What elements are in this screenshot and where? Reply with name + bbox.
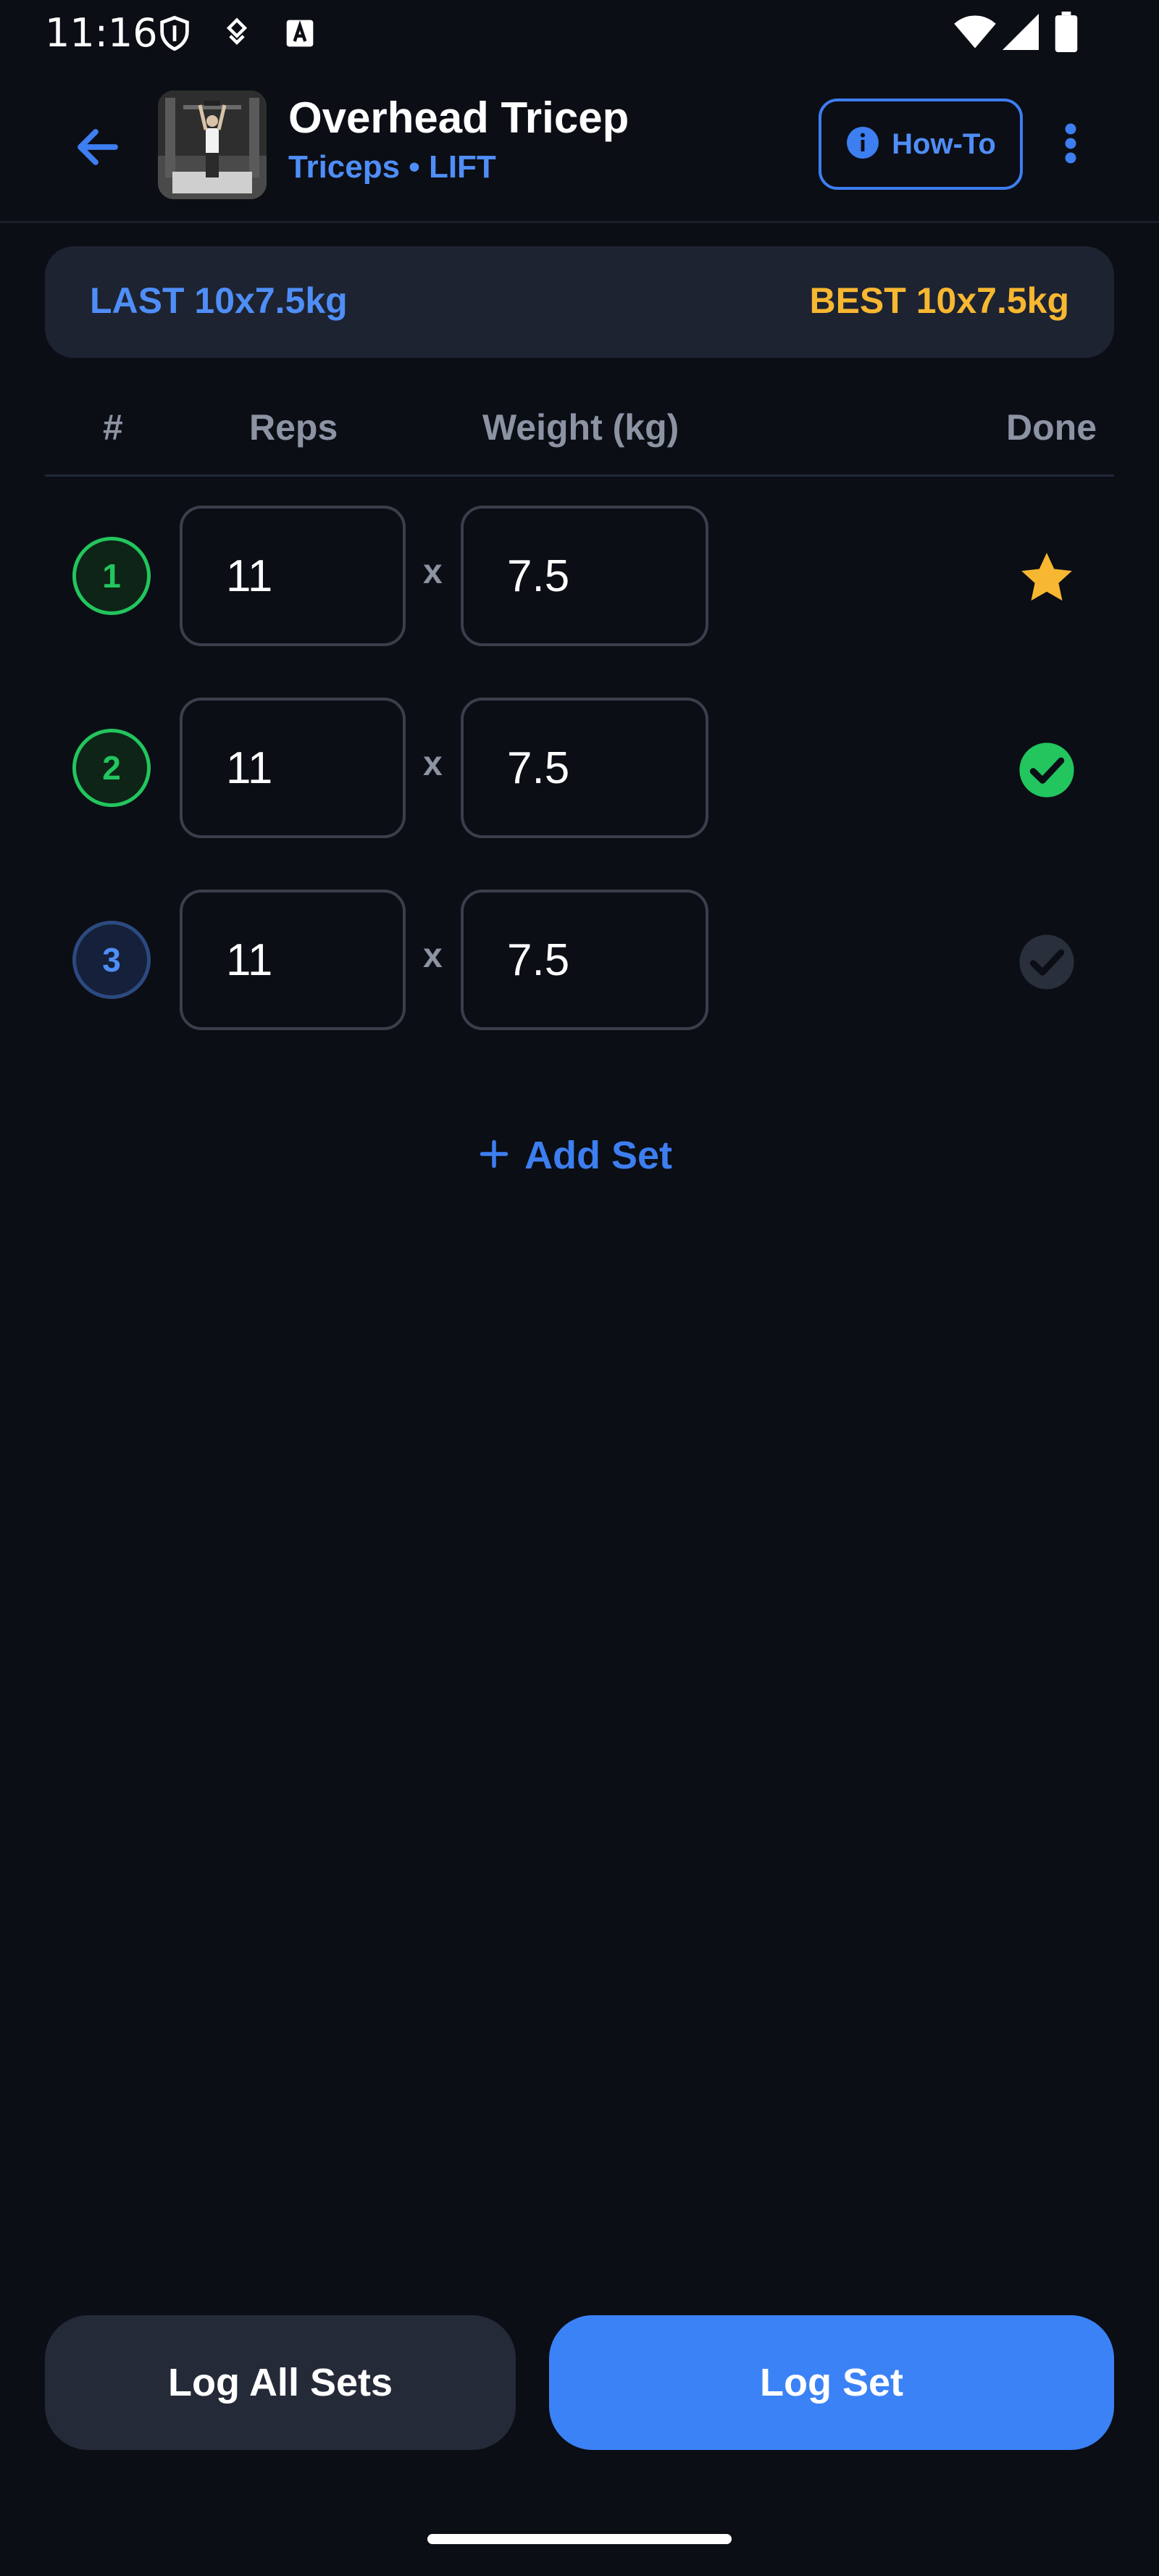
- add-set-button[interactable]: Add Set: [478, 1123, 672, 1188]
- font-a-icon: [284, 17, 316, 53]
- set-number-badge: 3: [72, 921, 151, 999]
- times-separator: x: [423, 553, 443, 591]
- log-set-button[interactable]: Log Set: [549, 2315, 1114, 2450]
- exercise-thumbnail: [158, 91, 267, 199]
- log-all-sets-button[interactable]: Log All Sets: [45, 2315, 516, 2450]
- back-button[interactable]: [65, 116, 130, 181]
- column-header-weight: Weight (kg): [482, 407, 679, 448]
- shield-icon: [156, 14, 193, 56]
- battery-icon: [1055, 12, 1078, 56]
- exercise-title: Overhead Tricep: [288, 93, 629, 142]
- signal-icon: [1003, 13, 1039, 54]
- set-row: 2 x: [0, 698, 1159, 838]
- info-icon: [845, 125, 880, 164]
- set-number-badge: 2: [72, 729, 151, 807]
- weight-input[interactable]: [461, 698, 708, 838]
- how-to-label: How-To: [892, 127, 996, 160]
- exercise-subtitle: Triceps • LIFT: [288, 149, 496, 185]
- check-circle-icon[interactable]: [1014, 737, 1079, 803]
- wifi-icon: [953, 13, 997, 54]
- reps-input[interactable]: [180, 506, 406, 646]
- home-indicator[interactable]: [427, 2534, 732, 2544]
- more-options-button[interactable]: [1049, 109, 1092, 181]
- set-row: 1 x: [0, 506, 1159, 646]
- column-header-reps: Reps: [249, 407, 338, 448]
- times-separator: x: [423, 745, 443, 783]
- status-bar: 11:16: [0, 0, 1159, 67]
- status-time: 11:16: [45, 10, 158, 56]
- arrow-left-icon: [72, 121, 124, 177]
- more-vertical-icon: [1063, 122, 1078, 169]
- how-to-button[interactable]: How-To: [819, 99, 1023, 190]
- last-performance: LAST 10x7.5kg: [90, 280, 348, 321]
- best-performance: BEST 10x7.5kg: [809, 280, 1069, 321]
- column-header-number: #: [103, 407, 123, 448]
- set-number-badge: 1: [72, 537, 151, 615]
- set-row: 3 x: [0, 890, 1159, 1030]
- weight-input[interactable]: [461, 506, 708, 646]
- times-separator: x: [423, 937, 443, 975]
- add-set-label: Add Set: [524, 1134, 673, 1177]
- vpn-key-icon: [221, 16, 253, 54]
- history-summary: LAST 10x7.5kg BEST 10x7.5kg: [45, 246, 1114, 358]
- reps-input[interactable]: [180, 890, 406, 1030]
- exercise-header: Overhead Tricep Triceps • LIFT How-To: [0, 80, 1159, 223]
- star-icon[interactable]: [1014, 545, 1079, 611]
- weight-input[interactable]: [461, 890, 708, 1030]
- sets-table-header: # Reps Weight (kg) Done: [45, 402, 1114, 477]
- reps-input[interactable]: [180, 698, 406, 838]
- plus-icon: [478, 1138, 510, 1174]
- column-header-done: Done: [1006, 407, 1097, 448]
- check-circle-outline-icon[interactable]: [1014, 929, 1079, 995]
